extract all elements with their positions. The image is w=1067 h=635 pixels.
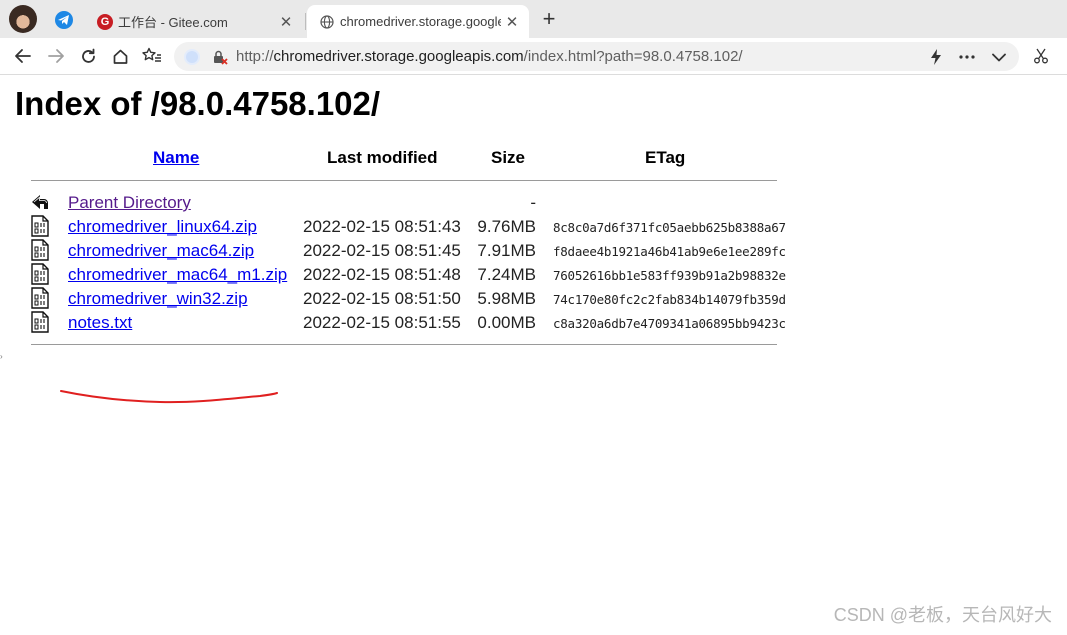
file-size: -: [530, 193, 536, 212]
address-bar[interactable]: http://chromedriver.storage.googleapis.c…: [174, 42, 1019, 71]
url-scheme: http://: [236, 48, 274, 65]
binary-file-icon: [31, 287, 49, 309]
table-row-parent: Parent Directory -: [0, 191, 800, 215]
pinned-tab[interactable]: [46, 5, 82, 35]
file-size: 5.98MB: [477, 289, 536, 308]
column-header-size: Size: [491, 148, 526, 167]
gitee-icon: G: [97, 13, 113, 30]
tab-separator: [305, 13, 306, 30]
table-row: chromedriver_mac64.zip 2022-02-15 08:51:…: [0, 239, 800, 263]
column-header-etag: ETag: [645, 148, 686, 167]
file-link[interactable]: chromedriver_win32.zip: [68, 289, 248, 309]
file-etag: 8c8c0a7d6f371fc05aebb625b8388a67: [553, 220, 786, 235]
file-modified: 2022-02-15 08:51:50: [303, 289, 461, 308]
insecure-lock-icon[interactable]: [212, 49, 228, 65]
file-size: 7.91MB: [477, 241, 536, 260]
file-size: 9.76MB: [477, 217, 536, 236]
file-modified: 2022-02-15 08:51:48: [303, 265, 461, 284]
back-icon[interactable]: [11, 45, 35, 67]
red-annotation-underline: [60, 390, 278, 404]
table-row: chromedriver_mac64_m1.zip 2022-02-15 08:…: [0, 263, 800, 287]
column-header-name[interactable]: Name: [153, 148, 199, 168]
column-header-modified: Last modified: [327, 148, 438, 167]
tab-title: 工作台 - Gitee.com: [118, 15, 228, 30]
file-etag: c8a320a6db7e4709341a06895bb9423c: [553, 316, 786, 331]
site-info-icon[interactable]: [186, 51, 198, 63]
tab-title: chromedriver.storage.googleapis.com: [340, 14, 501, 29]
file-modified: 2022-02-15 08:51:43: [303, 217, 461, 236]
profile-avatar[interactable]: [9, 5, 37, 33]
footer-divider: [31, 344, 777, 345]
file-etag: f8daee4b1921a46b41ab9e6e1ee289fc: [553, 244, 786, 259]
close-icon[interactable]: ✕: [275, 13, 297, 31]
resize-handle-icon[interactable]: ›: [0, 352, 4, 361]
watermark: CSDN @老板，天台风好大: [833, 605, 1052, 625]
file-link[interactable]: chromedriver_linux64.zip: [68, 217, 257, 237]
file-link[interactable]: chromedriver_mac64.zip: [68, 241, 254, 261]
tab-gitee[interactable]: G 工作台 - Gitee.com ✕: [85, 5, 303, 38]
file-size: 0.00MB: [477, 313, 536, 332]
parent-directory-link[interactable]: Parent Directory: [68, 193, 191, 213]
chevron-down-icon[interactable]: [988, 46, 1010, 68]
favorites-icon[interactable]: [140, 45, 164, 67]
tab-chromedriver[interactable]: chromedriver.storage.googleapis.com ✕: [307, 5, 529, 38]
url-text[interactable]: http://chromedriver.storage.googleapis.c…: [236, 48, 743, 65]
close-icon[interactable]: ✕: [501, 13, 523, 31]
new-tab-button[interactable]: +: [538, 8, 560, 30]
table-row: notes.txt 2022-02-15 08:51:55 0.00MB c8a…: [0, 311, 800, 335]
binary-file-icon: [31, 311, 49, 333]
telegram-icon: [55, 11, 73, 29]
url-host: chromedriver.storage.googleapis.com: [273, 48, 524, 65]
file-link[interactable]: chromedriver_mac64_m1.zip: [68, 265, 287, 285]
back-arrow-icon: [32, 195, 48, 209]
table-row: chromedriver_linux64.zip 2022-02-15 08:5…: [0, 215, 800, 239]
tab-strip: G 工作台 - Gitee.com ✕ chromedriver.storage…: [0, 0, 1067, 38]
home-icon[interactable]: [108, 45, 132, 67]
table-row: chromedriver_win32.zip 2022-02-15 08:51:…: [0, 287, 800, 311]
globe-icon: [319, 14, 335, 30]
binary-file-icon: [31, 239, 49, 261]
file-link[interactable]: notes.txt: [68, 313, 132, 333]
file-size: 7.24MB: [477, 265, 536, 284]
header-divider: [31, 180, 777, 181]
file-etag: 76052616bb1e583ff939b91a2b98832e: [553, 268, 786, 283]
forward-icon[interactable]: [44, 45, 68, 67]
url-path: /index.html?path=98.0.4758.102/: [523, 48, 743, 65]
binary-file-icon: [31, 263, 49, 285]
lightning-icon[interactable]: [925, 46, 947, 68]
file-modified: 2022-02-15 08:51:55: [303, 313, 461, 332]
scissors-icon[interactable]: [1029, 45, 1053, 67]
file-modified: 2022-02-15 08:51:45: [303, 241, 461, 260]
page-content: Index of /98.0.4758.102/ Name Last modif…: [0, 76, 1067, 635]
more-icon[interactable]: [956, 46, 978, 68]
toolbar: http://chromedriver.storage.googleapis.c…: [0, 38, 1067, 75]
reload-icon[interactable]: [76, 45, 100, 67]
binary-file-icon: [31, 215, 49, 237]
file-etag: 74c170e80fc2c2fab834b14079fb359d: [553, 292, 786, 307]
page-title: Index of /98.0.4758.102/: [15, 85, 381, 122]
